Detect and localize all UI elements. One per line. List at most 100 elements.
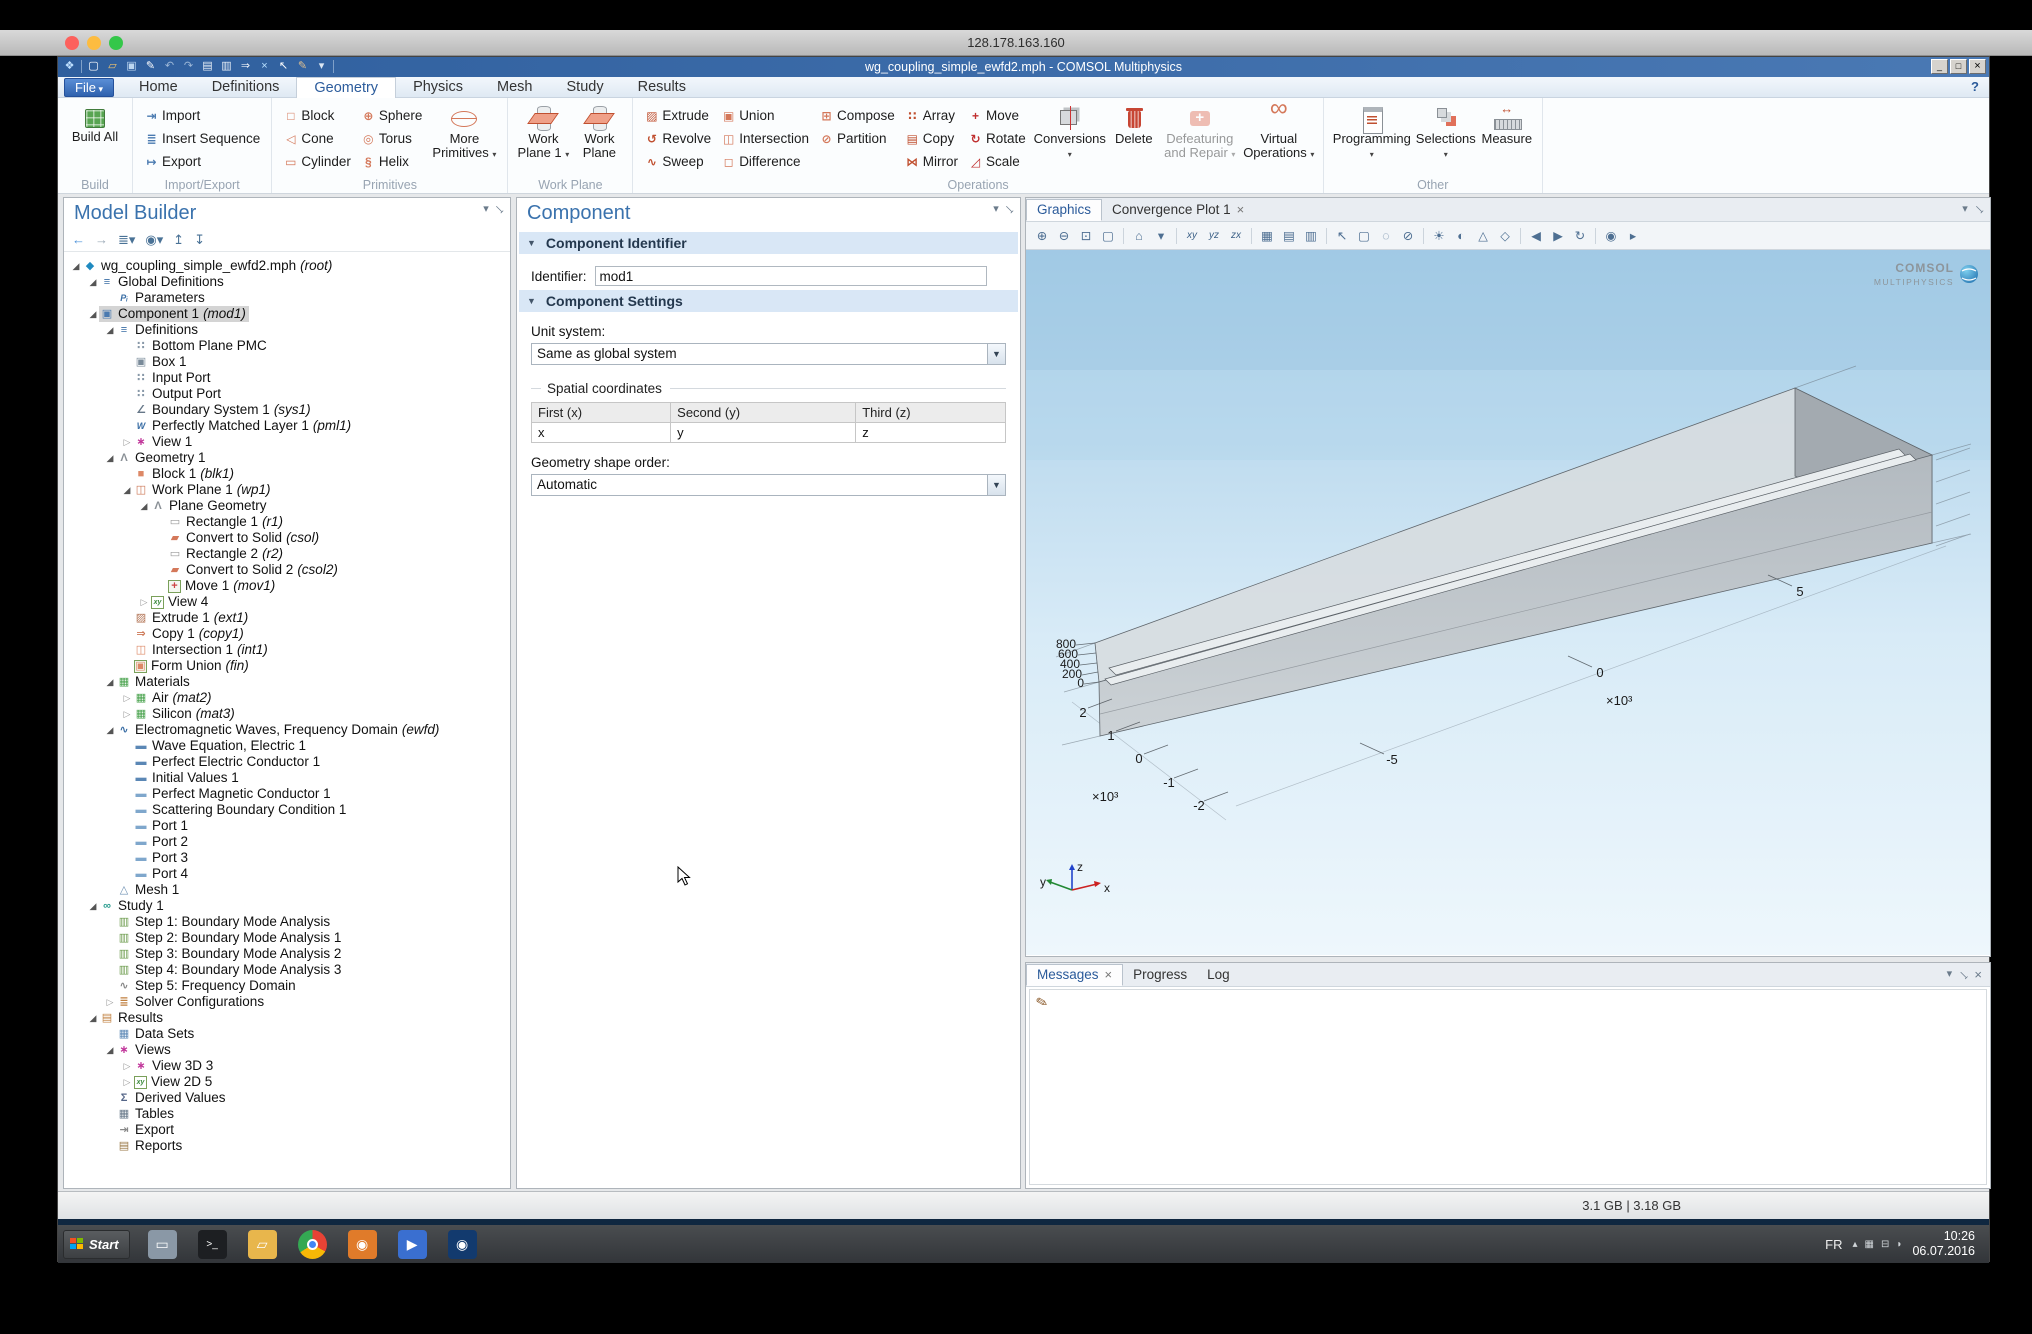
cone-button[interactable]: ◁Cone bbox=[278, 127, 356, 150]
export-button[interactable]: ↦Export bbox=[139, 150, 265, 173]
virtual-operations-button[interactable]: Virtual Operations ▾ bbox=[1241, 100, 1317, 180]
tree-item-views[interactable]: ◢∗Views bbox=[66, 1042, 510, 1058]
tree-item-electromagnetic-waves-frequency-domain[interactable]: ◢∿Electromagnetic Waves, Frequency Domai… bbox=[66, 722, 510, 738]
notifications-icon[interactable]: ⊟ bbox=[1881, 1239, 1889, 1250]
chevron-down-icon[interactable] bbox=[993, 202, 999, 216]
tab-mesh[interactable]: Mesh bbox=[480, 77, 549, 98]
import-button[interactable]: ⇥Import bbox=[139, 104, 265, 127]
tree-item-derived-values[interactable]: ΣDerived Values bbox=[66, 1090, 510, 1106]
conversions-button[interactable]: Conversions ▾ bbox=[1031, 100, 1109, 180]
graphics-viewport[interactable]: 8006004002000210-1-2×10³50-5×10³ yzx COM… bbox=[1026, 250, 1990, 955]
tree-expander-closed[interactable]: ▷ bbox=[121, 690, 133, 706]
close-icon[interactable] bbox=[1974, 967, 1982, 982]
tree-item-scattering-boundary-condition-1[interactable]: ▬Scattering Boundary Condition 1 bbox=[66, 802, 510, 818]
tree-item-output-port[interactable]: ∷Output Port bbox=[66, 386, 510, 402]
tree-item-export[interactable]: ⇥Export bbox=[66, 1122, 510, 1138]
tree-item-bottom-plane-pmc[interactable]: ∷Bottom Plane PMC bbox=[66, 338, 510, 354]
tree-item-air[interactable]: ▷▦Air(mat2) bbox=[66, 690, 510, 706]
tree-expander-open[interactable]: ◢ bbox=[70, 258, 82, 274]
pin-icon[interactable] bbox=[1002, 202, 1016, 216]
tree-expander-open[interactable]: ◢ bbox=[104, 322, 116, 338]
next-view-icon[interactable]: ▶ bbox=[1548, 226, 1568, 246]
graphics-tab-convergence-plot-1[interactable]: Convergence Plot 1 bbox=[1102, 199, 1254, 221]
work-plane-1-button[interactable]: Work Plane 1 ▾ bbox=[514, 100, 572, 180]
tree-item-rectangle-1[interactable]: ▭Rectangle 1(r1) bbox=[66, 514, 510, 530]
maximize-button[interactable] bbox=[1950, 59, 1967, 74]
tree-item-step-5-frequency-domain[interactable]: ∿Step 5: Frequency Domain bbox=[66, 978, 510, 994]
minimize-button[interactable] bbox=[1931, 59, 1948, 74]
work-plane-button[interactable]: Work Plane bbox=[572, 100, 626, 180]
tree-item-materials[interactable]: ◢▦Materials bbox=[66, 674, 510, 690]
unit-system-select[interactable]: Same as global system ▼ bbox=[531, 343, 1006, 365]
tree-item-data-sets[interactable]: ▦Data Sets bbox=[66, 1026, 510, 1042]
mirror-button[interactable]: ⋈Mirror bbox=[900, 150, 963, 173]
tree-item-initial-values-1[interactable]: ▬Initial Values 1 bbox=[66, 770, 510, 786]
hide-icons-icon[interactable]: ▴ bbox=[1853, 1239, 1858, 1250]
tree-item-view-1[interactable]: ▷∗View 1 bbox=[66, 434, 510, 450]
scene-light-icon[interactable]: ☀ bbox=[1429, 226, 1449, 246]
tree-expander-open[interactable]: ◢ bbox=[121, 482, 133, 498]
tab-physics[interactable]: Physics bbox=[396, 77, 480, 98]
tree-item-box-1[interactable]: ▣Box 1 bbox=[66, 354, 510, 370]
tree-item-work-plane-1[interactable]: ◢◫Work Plane 1(wp1) bbox=[66, 482, 510, 498]
tree-expander-closed[interactable]: ▷ bbox=[121, 706, 133, 722]
messages-tab-messages[interactable]: Messages bbox=[1026, 964, 1123, 986]
tree-expander-open[interactable]: ◢ bbox=[87, 1010, 99, 1026]
measure-button[interactable]: Measure bbox=[1478, 100, 1536, 180]
tree-expander-closed[interactable]: ▷ bbox=[138, 594, 150, 610]
union-button[interactable]: ▣Union bbox=[716, 104, 814, 127]
tree-item-intersection-1[interactable]: ◫Intersection 1(int1) bbox=[66, 642, 510, 658]
coordinate-value[interactable]: y bbox=[671, 423, 856, 443]
coordinate-value[interactable]: z bbox=[856, 423, 1006, 443]
default-3d-view-icon[interactable]: ⌂ bbox=[1129, 226, 1149, 246]
tree-item-input-port[interactable]: ∷Input Port bbox=[66, 370, 510, 386]
tree-item-step-2-boundary-mode-analysis-1[interactable]: ▥Step 2: Boundary Mode Analysis 1 bbox=[66, 930, 510, 946]
chevron-down-icon[interactable] bbox=[483, 202, 489, 216]
chevron-down-icon[interactable] bbox=[1947, 967, 1953, 982]
taskbar-item-remote-desktop[interactable]: ▭ bbox=[148, 1230, 177, 1259]
tree-expander-open[interactable]: ◢ bbox=[104, 722, 116, 738]
tree-expander-open[interactable]: ◢ bbox=[104, 674, 116, 690]
tree-item-results[interactable]: ◢▤Results bbox=[66, 1010, 510, 1026]
model-tree-node-menu-icon[interactable]: ≣▾ bbox=[118, 232, 135, 248]
file-menu-button[interactable]: File bbox=[64, 78, 114, 97]
intersection-button[interactable]: ◫Intersection bbox=[716, 127, 814, 150]
tree-item-perfect-magnetic-conductor-1[interactable]: ▬Perfect Magnetic Conductor 1 bbox=[66, 786, 510, 802]
compose-button[interactable]: ⊞Compose bbox=[814, 104, 900, 127]
taskbar-item-terminal[interactable]: >_ bbox=[198, 1230, 227, 1259]
box-select-icon[interactable]: ▢ bbox=[1354, 226, 1374, 246]
tree-item-block-1[interactable]: ■Block 1(blk1) bbox=[66, 466, 510, 482]
tab-definitions[interactable]: Definitions bbox=[195, 77, 297, 98]
tree-item-copy-1[interactable]: ⇒Copy 1(copy1) bbox=[66, 626, 510, 642]
block-button[interactable]: □Block bbox=[278, 104, 356, 127]
close-icon[interactable] bbox=[1237, 199, 1245, 221]
sweep-button[interactable]: ∿Sweep bbox=[639, 150, 716, 173]
tree-item-mesh-1[interactable]: △Mesh 1 bbox=[66, 882, 510, 898]
defeaturing-and-repair-button[interactable]: Defeaturing and Repair ▾ bbox=[1159, 100, 1241, 180]
tab-results[interactable]: Results bbox=[621, 77, 703, 98]
zoom-out-icon[interactable]: ⊖ bbox=[1054, 226, 1074, 246]
tree-item-step-3-boundary-mode-analysis-2[interactable]: ▥Step 3: Boundary Mode Analysis 2 bbox=[66, 946, 510, 962]
keyboard-icon[interactable]: ▦ bbox=[1865, 1239, 1874, 1250]
pin-icon[interactable] bbox=[492, 202, 506, 216]
tree-item-tables[interactable]: ▦Tables bbox=[66, 1106, 510, 1122]
tree-item-port-3[interactable]: ▬Port 3 bbox=[66, 850, 510, 866]
tree-expander-open[interactable]: ◢ bbox=[104, 450, 116, 466]
tree-item-plane-geometry[interactable]: ◢ΛPlane Geometry bbox=[66, 498, 510, 514]
tree-item-study-1[interactable]: ◢∞Study 1 bbox=[66, 898, 510, 914]
tree-item-reports[interactable]: ▤Reports bbox=[66, 1138, 510, 1154]
start-button[interactable]: Start bbox=[63, 1230, 130, 1259]
insert-sequence-button[interactable]: ≣Insert Sequence bbox=[139, 127, 265, 150]
reset-view-icon[interactable]: ↻ bbox=[1570, 226, 1590, 246]
tree-item-extrude-1[interactable]: ▨Extrude 1(ext1) bbox=[66, 610, 510, 626]
copy-button[interactable]: ▤Copy bbox=[900, 127, 963, 150]
tree-item-move-1[interactable]: +Move 1(mov1) bbox=[66, 578, 510, 594]
taskbar-item-chrome[interactable] bbox=[298, 1230, 327, 1259]
taskbar-item-comsol[interactable]: ◉ bbox=[448, 1230, 477, 1259]
identifier-field[interactable] bbox=[595, 266, 987, 286]
close-icon[interactable] bbox=[1105, 964, 1113, 986]
tree-expander-open[interactable]: ◢ bbox=[87, 306, 99, 322]
tree-expander-closed[interactable]: ▷ bbox=[104, 994, 116, 1010]
deselect-icon[interactable]: ⊘ bbox=[1398, 226, 1418, 246]
section-component-settings[interactable]: ▼ Component Settings bbox=[519, 290, 1018, 312]
